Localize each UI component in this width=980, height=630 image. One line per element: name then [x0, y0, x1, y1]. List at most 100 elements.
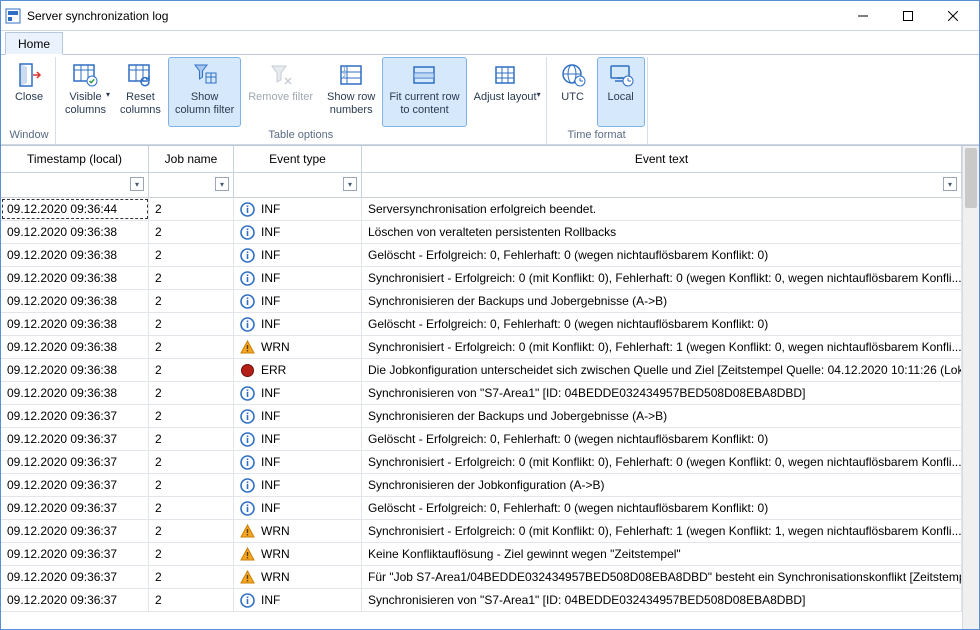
cell-jobname: 2 — [149, 451, 234, 473]
eventtype-label: INF — [261, 271, 280, 285]
show-column-filter-button[interactable]: Showcolumn filter — [168, 57, 241, 127]
chevron-down-icon[interactable]: ▾ — [343, 177, 357, 191]
show-row-numbers-button[interactable]: 12 Show rownumbers — [320, 57, 382, 127]
inf-icon — [240, 409, 255, 424]
cell-timestamp: 09.12.2020 09:36:37 — [1, 589, 149, 611]
cell-timestamp: 09.12.2020 09:36:38 — [1, 359, 149, 381]
cell-eventtype: ERR — [234, 359, 362, 381]
cell-jobname: 2 — [149, 405, 234, 427]
cell-eventtype: WRN — [234, 566, 362, 588]
eventtype-label: INF — [261, 225, 280, 239]
fit-row-icon — [410, 61, 438, 89]
close-window-button[interactable] — [930, 2, 975, 30]
table-row[interactable]: 09.12.2020 09:36:382INFSynchronisiert - … — [1, 267, 962, 290]
cell-eventtype: INF — [234, 451, 362, 473]
chevron-down-icon[interactable]: ▾ — [215, 177, 229, 191]
group-caption-time: Time format — [549, 127, 645, 144]
eventtype-label: INF — [261, 593, 280, 607]
cell-jobname: 2 — [149, 428, 234, 450]
maximize-button[interactable] — [885, 2, 930, 30]
table-row[interactable]: 09.12.2020 09:36:442INFServersynchronisa… — [1, 198, 962, 221]
table-row[interactable]: 09.12.2020 09:36:382WRNSynchronisiert - … — [1, 336, 962, 359]
table-row[interactable]: 09.12.2020 09:36:382ERRDie Jobkonfigurat… — [1, 359, 962, 382]
ribbon-group-table: Visiblecolumns ▾ Resetcolumns Showcolumn… — [56, 57, 547, 144]
col-jobname[interactable]: Job name — [149, 146, 234, 172]
reset-columns-label: Resetcolumns — [120, 91, 161, 116]
col-eventtype[interactable]: Event type — [234, 146, 362, 172]
wrn-icon — [240, 547, 255, 562]
inf-icon — [240, 593, 255, 608]
table-row[interactable]: 09.12.2020 09:36:372WRNFür "Job S7-Area1… — [1, 566, 962, 589]
filter-timestamp[interactable]: ▾ — [1, 173, 149, 197]
table-row[interactable]: 09.12.2020 09:36:382INFGelöscht - Erfolg… — [1, 313, 962, 336]
local-button[interactable]: Local — [597, 57, 645, 127]
cell-timestamp: 09.12.2020 09:36:37 — [1, 451, 149, 473]
grid-header: Timestamp (local) Job name Event type Ev… — [1, 146, 962, 173]
table-row[interactable]: 09.12.2020 09:36:372INFSynchronisieren v… — [1, 589, 962, 612]
cell-timestamp: 09.12.2020 09:36:37 — [1, 566, 149, 588]
ribbon: Close Window Visiblecolumns ▾ Resetcolum… — [1, 55, 979, 145]
utc-button[interactable]: UTC — [549, 57, 597, 127]
col-timestamp[interactable]: Timestamp (local) — [1, 146, 149, 172]
table-row[interactable]: 09.12.2020 09:36:372INFGelöscht - Erfolg… — [1, 497, 962, 520]
visible-columns-label: Visiblecolumns — [65, 91, 106, 116]
inf-icon — [240, 202, 255, 217]
cell-eventtext: Synchronisiert - Erfolgreich: 0 (mit Kon… — [362, 451, 962, 473]
eventtype-label: INF — [261, 202, 280, 216]
table-row[interactable]: 09.12.2020 09:36:372INFGelöscht - Erfolg… — [1, 428, 962, 451]
cell-eventtext: Synchronisieren der Jobkonfiguration (A-… — [362, 474, 962, 496]
cell-timestamp: 09.12.2020 09:36:38 — [1, 267, 149, 289]
close-button[interactable]: Close — [5, 57, 53, 127]
ribbon-group-time: UTC Local Time format — [547, 57, 648, 144]
eventtype-label: WRN — [261, 524, 290, 538]
ribbon-tabstrip: Home — [1, 31, 979, 55]
inf-icon — [240, 271, 255, 286]
table-row[interactable]: 09.12.2020 09:36:382INFSynchronisieren d… — [1, 290, 962, 313]
titlebar: Server synchronization log — [1, 1, 979, 31]
eventtype-label: INF — [261, 248, 280, 262]
remove-filter-button: Remove filter — [241, 57, 320, 127]
table-row[interactable]: 09.12.2020 09:36:382INFGelöscht - Erfolg… — [1, 244, 962, 267]
table-row[interactable]: 09.12.2020 09:36:382INFLöschen von veral… — [1, 221, 962, 244]
grid-icon — [491, 61, 519, 89]
col-eventtext[interactable]: Event text — [362, 146, 962, 172]
show-row-numbers-label: Show rownumbers — [327, 91, 375, 116]
group-caption-window: Window — [5, 127, 53, 144]
cell-timestamp: 09.12.2020 09:36:37 — [1, 520, 149, 542]
cell-eventtype: INF — [234, 198, 362, 220]
filter-eventtext[interactable]: ▾ — [362, 173, 962, 197]
cell-eventtype: INF — [234, 267, 362, 289]
svg-text:2: 2 — [343, 73, 346, 79]
table-row[interactable]: 09.12.2020 09:36:372WRNKeine Konfliktauf… — [1, 543, 962, 566]
ribbon-group-window: Close Window — [3, 57, 56, 144]
inf-icon — [240, 478, 255, 493]
table-row[interactable]: 09.12.2020 09:36:382INFSynchronisieren v… — [1, 382, 962, 405]
visible-columns-button[interactable]: Visiblecolumns ▾ — [58, 57, 113, 127]
cell-eventtype: WRN — [234, 520, 362, 542]
cell-eventtext: Gelöscht - Erfolgreich: 0, Fehlerhaft: 0… — [362, 313, 962, 335]
reset-columns-button[interactable]: Resetcolumns — [113, 57, 168, 127]
eventtype-label: WRN — [261, 547, 290, 561]
table-row[interactable]: 09.12.2020 09:36:372INFSynchronisieren d… — [1, 405, 962, 428]
filter-jobname[interactable]: ▾ — [149, 173, 234, 197]
filter-eventtype[interactable]: ▾ — [234, 173, 362, 197]
log-grid: Timestamp (local) Job name Event type Ev… — [1, 146, 962, 629]
fit-row-button[interactable]: Fit current rowto content — [382, 57, 466, 127]
table-row[interactable]: 09.12.2020 09:36:372INFSynchronisiert - … — [1, 451, 962, 474]
minimize-button[interactable] — [840, 2, 885, 30]
cell-eventtype: INF — [234, 290, 362, 312]
group-caption-table: Table options — [58, 127, 544, 144]
cell-eventtext: Synchronisieren von "S7-Area1" [ID: 04BE… — [362, 589, 962, 611]
chevron-down-icon[interactable]: ▾ — [130, 177, 144, 191]
adjust-layout-button[interactable]: Adjust layout ▾ — [467, 57, 544, 127]
chevron-down-icon[interactable]: ▾ — [943, 177, 957, 191]
scrollbar-thumb[interactable] — [965, 148, 977, 208]
cell-jobname: 2 — [149, 221, 234, 243]
tab-home[interactable]: Home — [5, 32, 63, 55]
cell-timestamp: 09.12.2020 09:36:37 — [1, 405, 149, 427]
grid-filter-row: ▾ ▾ ▾ ▾ — [1, 173, 962, 198]
table-row[interactable]: 09.12.2020 09:36:372WRNSynchronisiert - … — [1, 520, 962, 543]
door-exit-icon — [15, 61, 43, 89]
table-row[interactable]: 09.12.2020 09:36:372INFSynchronisieren d… — [1, 474, 962, 497]
vertical-scrollbar[interactable] — [962, 146, 979, 629]
